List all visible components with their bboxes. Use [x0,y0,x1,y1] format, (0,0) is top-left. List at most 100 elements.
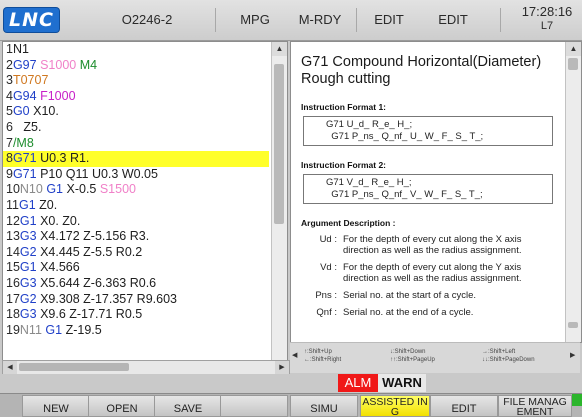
scroll-right-icon[interactable]: ▶ [275,361,289,374]
code-token: G3 [19,229,37,244]
code-line[interactable]: 17G2 X9.308 Z-17.357 R9.603 [3,292,269,308]
code-line[interactable]: 1N1 [3,42,269,58]
program-editor[interactable]: 1N1 2G97 S1000 M4 3T0707 4G94 F1000 5G0 X10.… [2,41,288,361]
argument-desc: Serial no. at the end of a cycle. [343,307,474,318]
warning-indicator[interactable]: WARN [378,374,426,392]
hint-up: ↑:Shift+Up [304,349,332,355]
code-token: X-0.5 [63,182,100,197]
alarm-indicator[interactable]: ALM [338,374,378,392]
status-divider [356,8,357,32]
argument-row: Vd : For the depth of every cut along th… [301,262,557,284]
status-bar: LNC O2246-2 MPG M-RDY EDIT EDIT 17:28:16… [0,0,582,41]
help-scrollbar[interactable]: ▲ [565,42,581,342]
line-number: 9 [6,166,13,181]
softkey-bar: NEW OPEN SAVE SIMU ASSISTED IN G EDIT FI… [0,393,582,417]
code-token: X9.308 Z-17.357 R9.603 [36,291,177,306]
code-line[interactable]: 4G94 F1000 [3,89,269,105]
line-number: 6 [6,119,13,134]
code-line[interactable]: 9G71 P10 Q11 U0.3 W0.05 [3,167,269,183]
code-token: X0. Z0. [36,213,81,228]
code-hscroll-thumb[interactable] [19,363,129,371]
code-scrollbar[interactable]: ▲ [271,42,287,360]
code-line[interactable]: 13G3 X4.172 Z-5.156 R3. [3,229,269,245]
line-number: 5 [6,104,13,119]
simulation-button[interactable]: SIMU [290,395,358,417]
code-line[interactable]: 2G97 S1000 M4 [3,58,269,74]
scroll-left-icon[interactable]: ◀ [292,351,297,359]
code-line[interactable]: 7/M8 [3,136,269,152]
save-button[interactable]: SAVE [154,395,222,417]
code-line[interactable]: 11G1 Z0. [3,198,269,214]
code-token: G3 [19,275,37,290]
softkey-blank[interactable] [220,395,288,417]
hint-right: ←:Shift+Right [304,357,342,363]
code-token: X9.6 Z-17.71 R0.5 [36,307,143,322]
code-token: F1000 [40,88,76,103]
code-token: G71 [12,151,37,166]
code-line[interactable]: 18G3 X9.6 Z-17.71 R0.5 [3,307,269,323]
code-token: N10 [19,182,43,197]
code-line[interactable]: 3T0707 [3,73,269,89]
format1-line2: G71 P_ns_ Q_nf_ U_ W_ F_ S_ T_; [326,131,484,142]
code-line[interactable]: 14G2 X4.445 Z-5.5 R0.2 [3,245,269,261]
code-token: G94 [12,88,37,103]
code-line[interactable]: 15G1 X4.566 [3,260,269,276]
line-number: 13 [6,229,20,244]
line-number: 8 [6,151,13,166]
line-number: 1 [6,42,13,56]
alarm-strip: ALM WARN [0,374,582,392]
edit-state-2: EDIT [438,12,468,27]
clock: 17:28:16 L7 [516,5,578,33]
code-scroll-thumb[interactable] [274,64,284,224]
code-line[interactable]: 16G3 X5.644 Z-6.363 R0.6 [3,276,269,292]
new-button[interactable]: NEW [22,395,90,417]
code-line[interactable]: 6 Z5. [3,120,269,136]
code-token: /M8 [12,135,34,150]
code-token: G71 [12,166,37,181]
argument-key: Pns : [315,290,337,301]
code-token: G1 [19,260,37,275]
scroll-left-icon[interactable]: ◀ [3,361,17,374]
edit-button[interactable]: EDIT [430,395,498,417]
help-scroll-thumb[interactable] [568,58,578,70]
code-token: S1000 [40,57,77,72]
assisted-input-button[interactable]: ASSISTED IN G [360,395,430,417]
code-line[interactable]: 19N11 G1 Z-19.5 [3,323,269,339]
code-token: X5.644 Z-6.363 R0.6 [36,275,157,290]
code-token: X4.172 Z-5.156 R3. [36,229,150,244]
code-line[interactable]: 5G0 X10. [3,104,269,120]
argument-row: Ud : For the depth of every cut along th… [301,234,557,256]
line-number: 10 [6,182,20,197]
scroll-right-icon[interactable]: ▶ [570,351,575,359]
code-token: G3 [19,307,37,322]
code-token: X10. [29,104,59,119]
code-token: G2 [19,291,37,306]
code-horizontal-scrollbar[interactable]: ◀ ▶ [2,360,290,375]
argument-desc: For the depth of every cut along the Y a… [343,262,522,284]
code-line[interactable]: 12G1 X0. Z0. [3,214,269,230]
machine-status: M-RDY [298,12,342,27]
code-token: G1 [45,322,63,337]
code-token: G1 [19,213,37,228]
instruction-help-panel: G71 Compound Horizontal(Diameter) Rough … [290,41,582,343]
open-button[interactable]: OPEN [88,395,156,417]
code-token: U0.3 R1. [36,151,90,166]
format2-box: G71 V_d_ R_e_ H_; G71 P_ns_ Q_nf_ V_ W_ … [303,174,553,204]
argument-desc: For the depth of every cut along the X a… [343,234,522,256]
hint-down: ↓:Shift+Down [390,349,426,355]
code-token: Z0. [35,197,58,212]
code-token: S1500 [99,182,136,197]
line-number: 18 [6,307,20,322]
argument-label: Argument Description : [301,218,396,228]
help-scroll-marker [568,322,578,328]
file-management-button[interactable]: FILE MANAG EMENT [498,395,572,417]
code-line[interactable]: 8G71 U0.3 R1. [3,151,269,167]
code-lines[interactable]: 1N1 2G97 S1000 M4 3T0707 4G94 F1000 5G0 X10.… [3,42,269,360]
scroll-up-icon[interactable]: ▲ [566,42,581,56]
scroll-up-icon[interactable]: ▲ [272,42,287,56]
help-body: G71 Compound Horizontal(Diameter) Rough … [291,42,565,342]
code-token: G2 [19,244,37,259]
hint-pageup: ↑↑:Shift+PageUp [390,357,435,363]
code-line[interactable]: 10N10 G1 X-0.5 S1500 [3,182,269,198]
format2-label: Instruction Format 2: [301,160,387,170]
